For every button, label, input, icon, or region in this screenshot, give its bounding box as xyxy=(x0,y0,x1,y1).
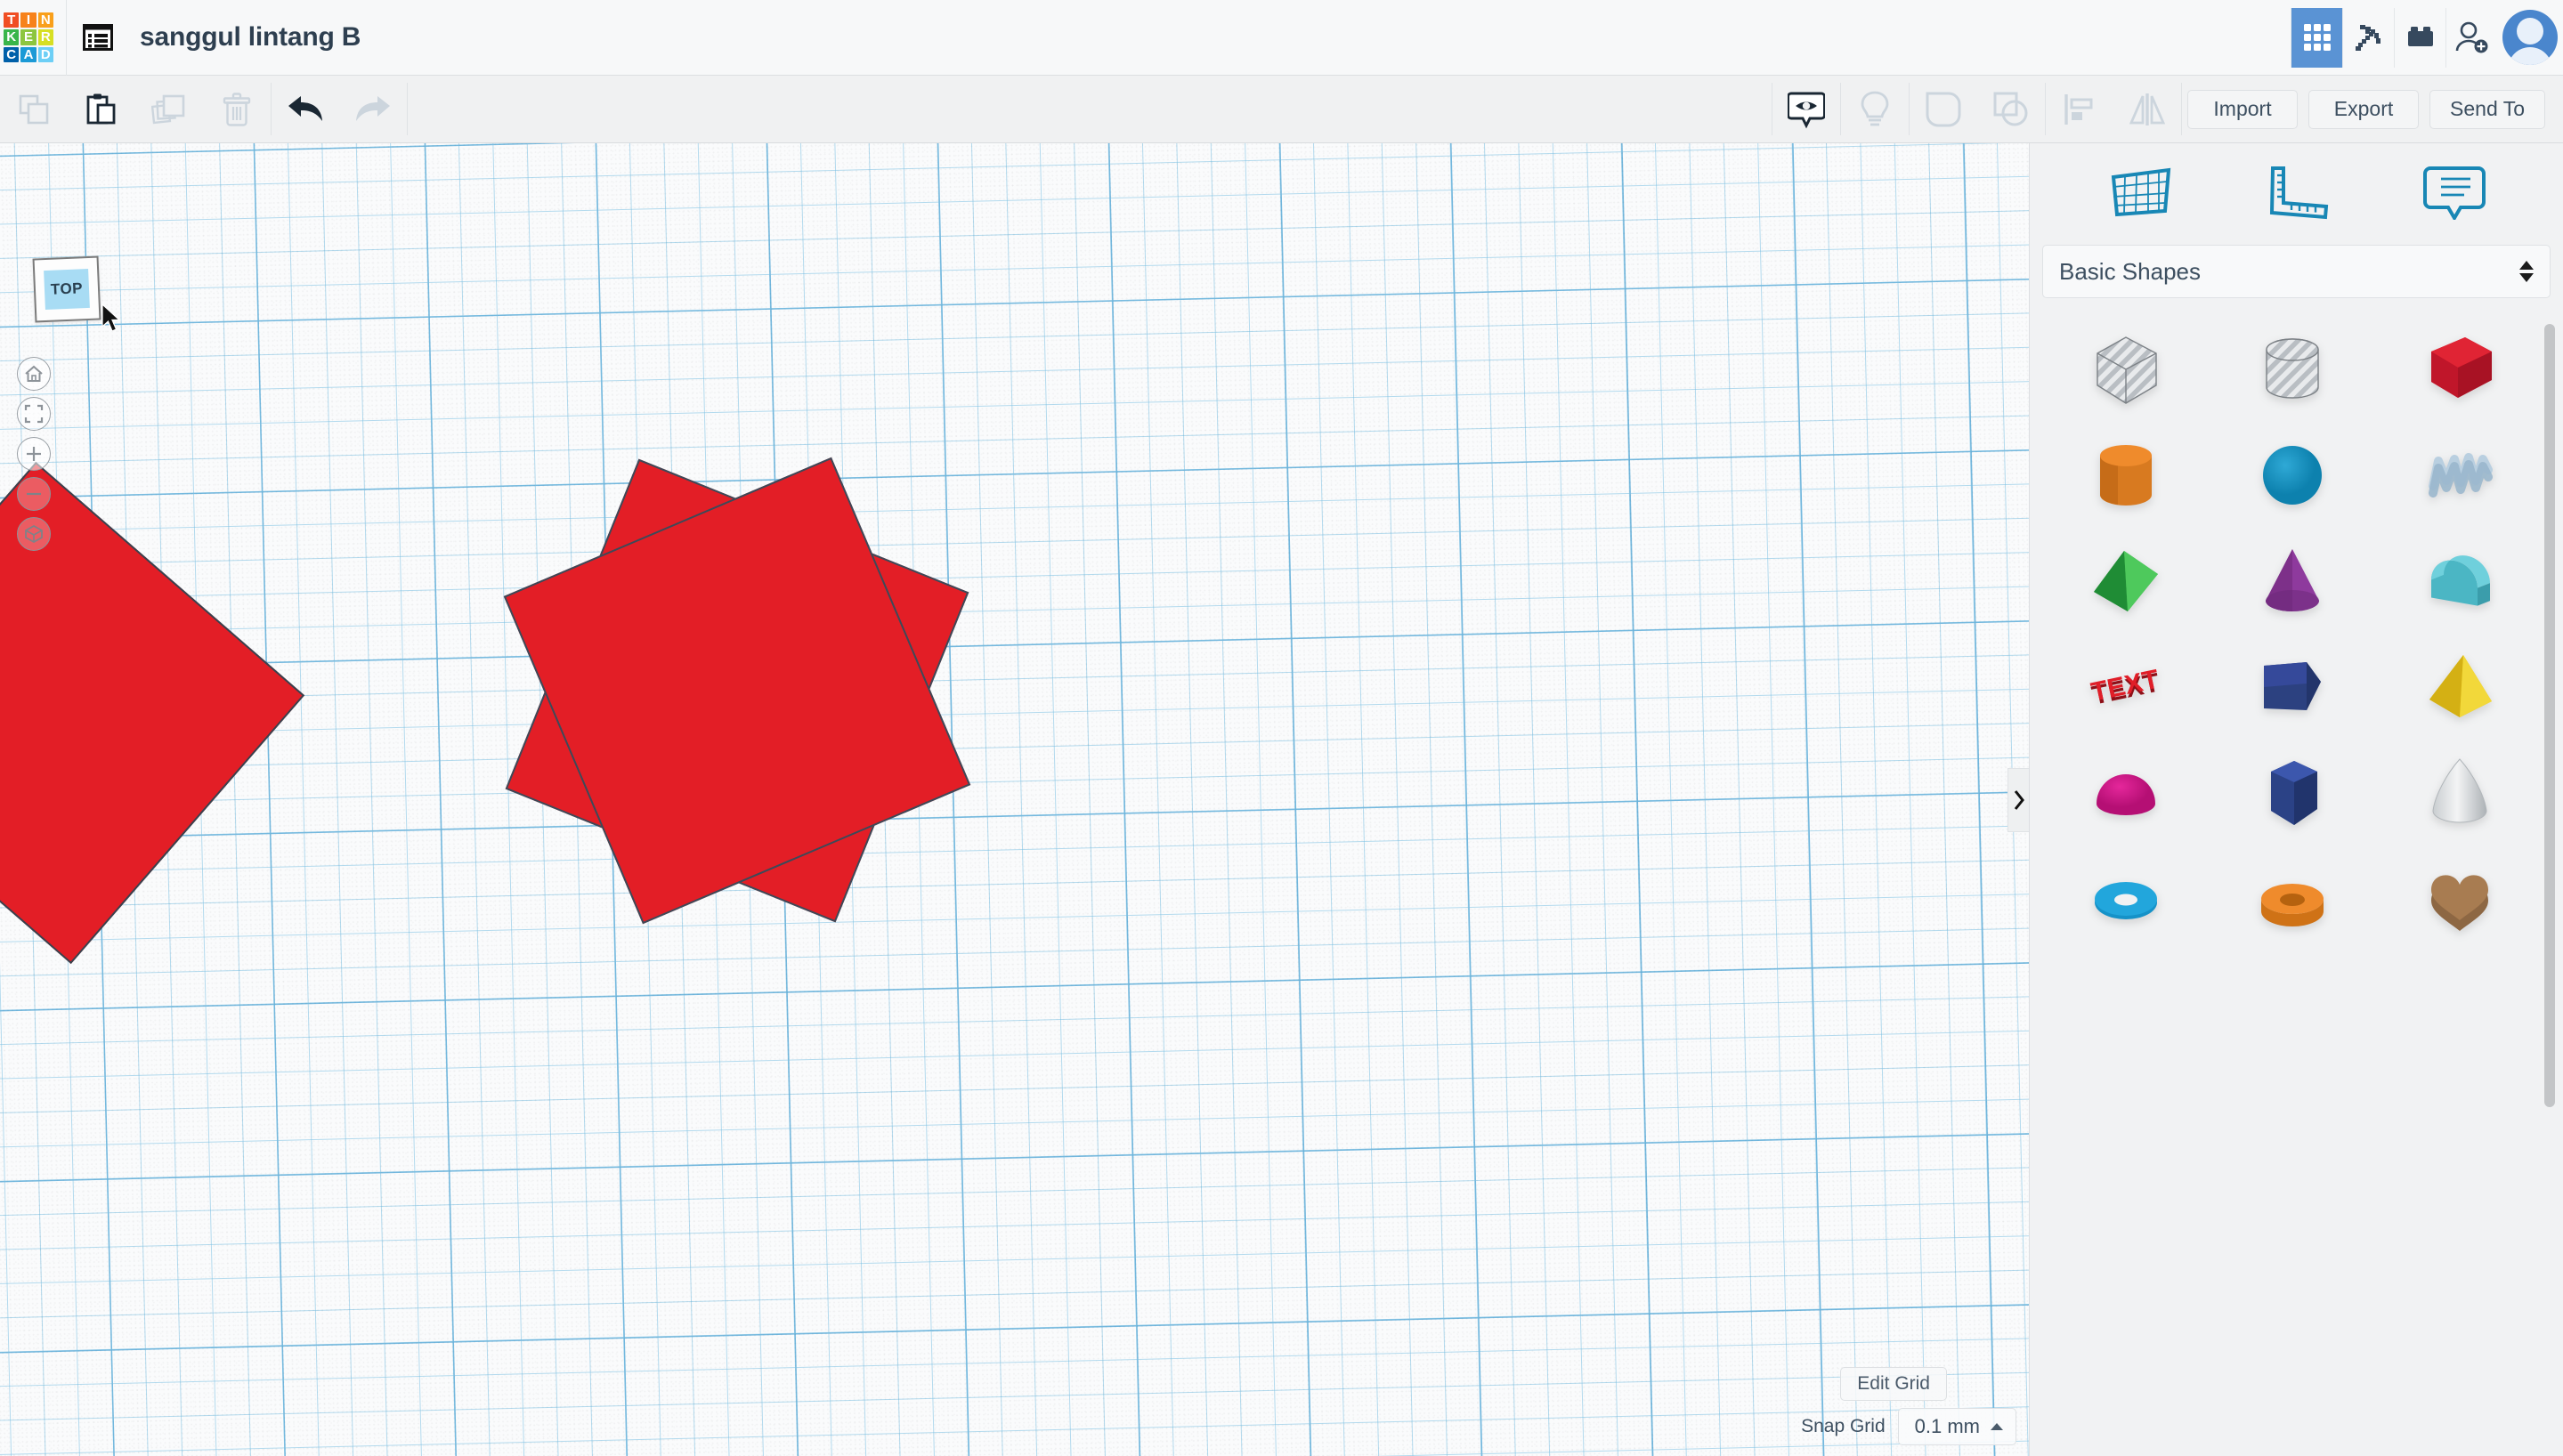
shape-item-torus[interactable] xyxy=(2042,845,2210,951)
file-actions: Import Export Send To xyxy=(2182,76,2563,142)
shape-item-sphere[interactable] xyxy=(2210,422,2377,528)
snap-grid-value: 0.1 mm xyxy=(1914,1415,1980,1437)
edit-toolbar: Import Export Send To xyxy=(0,76,2563,143)
shape-item-box[interactable] xyxy=(2376,316,2543,422)
caret-up-icon xyxy=(1991,1423,2003,1430)
chevron-down-icon xyxy=(2519,273,2534,282)
send-to-button[interactable]: Send To xyxy=(2429,89,2545,129)
shape-item-scribble[interactable] xyxy=(2376,422,2543,528)
shape-list: TEXT TEXT xyxy=(2030,311,2563,1456)
shape-item-heart[interactable] xyxy=(2376,845,2543,951)
grid-apps-icon[interactable] xyxy=(2291,7,2342,68)
chevron-up-icon xyxy=(2519,261,2534,270)
design-canvas[interactable]: TOP Edit Grid Snap Grid 0.1 mm xyxy=(0,143,2029,1456)
panel-scrollbar[interactable] xyxy=(2544,324,2555,1107)
shape-item-pyramid[interactable] xyxy=(2376,634,2543,740)
top-bar: T I N K E R C A D sanggul lintang B xyxy=(0,0,2563,76)
lego-brick-icon[interactable] xyxy=(2394,7,2445,68)
workplane-grid xyxy=(0,143,2029,1456)
show-hide-icon[interactable] xyxy=(1772,76,1840,142)
paste-icon[interactable] xyxy=(68,76,135,142)
page-title: sanggul lintang B xyxy=(140,22,361,52)
align-icon[interactable] xyxy=(2046,76,2113,142)
zoom-in-icon[interactable] xyxy=(17,437,51,471)
note-icon[interactable] xyxy=(2422,165,2486,220)
view-cube[interactable]: TOP xyxy=(32,255,101,323)
duplicate-icon[interactable] xyxy=(135,76,203,142)
shape-item-paraboloid[interactable] xyxy=(2376,740,2543,845)
ruler-icon[interactable] xyxy=(2266,165,2332,220)
shapes-panel: Basic Shapes TEXT TEXT xyxy=(2029,143,2563,1456)
group-icon[interactable] xyxy=(1910,76,1977,142)
fit-to-view-icon[interactable] xyxy=(17,397,51,431)
logo-tile-n: N xyxy=(37,12,53,28)
workspace: TOP Edit Grid Snap Grid 0.1 mm Basic Sha… xyxy=(0,143,2563,1456)
import-button[interactable]: Import xyxy=(2187,89,2299,129)
stepper-icon xyxy=(2519,261,2534,282)
minecraft-pickaxe-icon[interactable] xyxy=(2342,7,2394,68)
shape-item-text[interactable]: TEXT TEXT xyxy=(2042,634,2210,740)
mirror-icon[interactable] xyxy=(2113,76,2181,142)
workplane-icon[interactable] xyxy=(2108,165,2174,220)
panel-collapse-chevron[interactable] xyxy=(2007,767,2029,832)
logo-tile-e: E xyxy=(20,29,36,45)
home-view-icon[interactable] xyxy=(17,357,51,391)
logo-tile-r: R xyxy=(37,29,53,45)
shape-item-tube[interactable] xyxy=(2210,845,2377,951)
shape-item-cone[interactable] xyxy=(2210,528,2377,634)
edit-grid-button[interactable]: Edit Grid xyxy=(1840,1367,1947,1401)
view-navigation-controls xyxy=(17,357,51,551)
export-button[interactable]: Export xyxy=(2308,89,2420,129)
lightbulb-icon[interactable] xyxy=(1841,76,1909,142)
shape-item-cylinder-hole[interactable] xyxy=(2210,316,2377,422)
avatar-head xyxy=(2517,18,2543,44)
logo-tile-c: C xyxy=(4,46,20,62)
copy-icon[interactable] xyxy=(0,76,68,142)
snap-grid-select[interactable]: 0.1 mm xyxy=(1897,1408,2016,1445)
shape-category-value: Basic Shapes xyxy=(2059,257,2201,285)
shape-item-roof[interactable] xyxy=(2042,528,2210,634)
shape-item-polygon-prism[interactable] xyxy=(2210,740,2377,845)
logo-tile-t: T xyxy=(4,12,20,28)
logo-tile-i: I xyxy=(20,12,36,28)
logo-tile-d: D xyxy=(37,46,53,62)
panel-header-icons xyxy=(2030,143,2563,241)
tinkercad-logo[interactable]: T I N K E R C A D xyxy=(4,12,53,62)
top-right-actions xyxy=(2291,0,2563,76)
grid-texture xyxy=(0,143,2029,1456)
add-person-icon[interactable] xyxy=(2445,7,2497,68)
list-icon[interactable] xyxy=(67,0,129,76)
snap-grid-row: Snap Grid 0.1 mm xyxy=(1801,1408,2016,1445)
shape-item-cylinder[interactable] xyxy=(2042,422,2210,528)
undo-icon[interactable] xyxy=(272,76,339,142)
avatar-body xyxy=(2508,47,2552,65)
redo-icon[interactable] xyxy=(339,76,407,142)
shape-category-select[interactable]: Basic Shapes xyxy=(2042,245,2551,298)
shape-item-half-sphere[interactable] xyxy=(2042,740,2210,845)
perspective-toggle-icon[interactable] xyxy=(17,517,51,551)
snap-grid-label: Snap Grid xyxy=(1801,1416,1886,1436)
zoom-out-icon[interactable] xyxy=(17,477,51,511)
avatar-image xyxy=(2502,10,2558,65)
shape-item-wedge[interactable] xyxy=(2210,634,2377,740)
logo-tile-k: K xyxy=(4,29,20,45)
avatar[interactable] xyxy=(2497,0,2563,76)
delete-icon[interactable] xyxy=(203,76,271,142)
shape-item-box-hole[interactable] xyxy=(2042,316,2210,422)
logo-tile-a: A xyxy=(20,46,36,62)
view-cube-label: TOP xyxy=(44,268,90,311)
shape-item-half-cylinder[interactable] xyxy=(2376,528,2543,634)
category-select-wrap: Basic Shapes xyxy=(2030,241,2563,311)
tinkercad-app: T I N K E R C A D sanggul lintang B Impo… xyxy=(0,0,2563,1456)
ungroup-icon[interactable] xyxy=(1977,76,2045,142)
